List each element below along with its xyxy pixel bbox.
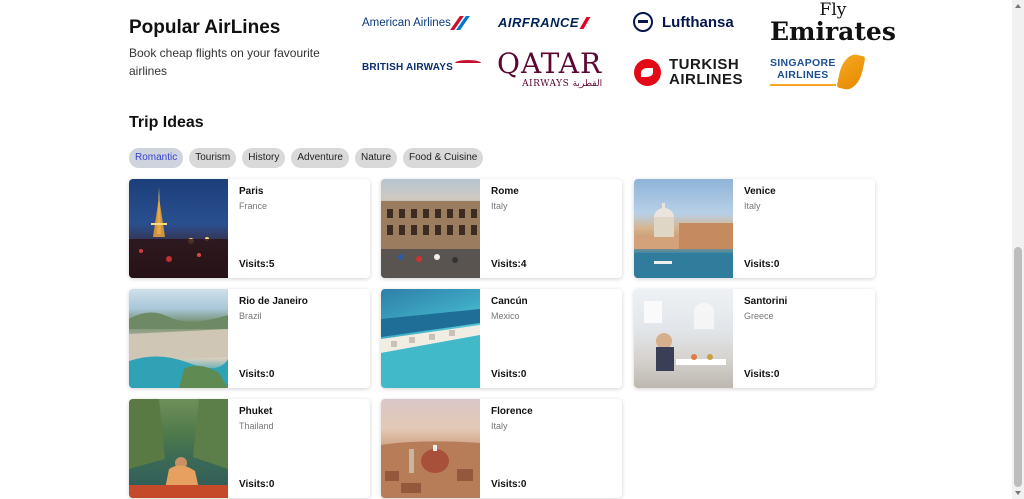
destination-visits: Visits:5 <box>239 259 275 270</box>
scroll-down-arrow-icon[interactable] <box>1015 491 1021 495</box>
american-airlines-logo[interactable]: American Airlines <box>362 13 467 33</box>
chip-adventure[interactable]: Adventure <box>291 148 349 168</box>
lufthansa-crane-icon <box>633 12 653 32</box>
destination-name: Venice <box>744 186 776 197</box>
scrollbar-thumb[interactable] <box>1014 247 1022 487</box>
destination-name: Rio de Janeiro <box>239 296 308 307</box>
destination-name: Florence <box>491 406 533 417</box>
destination-image <box>129 179 228 278</box>
chip-romantic[interactable]: Romantic <box>129 148 184 168</box>
trip-ideas-title: Trip Ideas <box>129 114 204 131</box>
emirates-logo[interactable]: Fly Emirates <box>770 2 896 46</box>
destination-card-santorini[interactable]: Santorini Greece Visits:0 <box>634 289 875 388</box>
destination-country: Mexico <box>491 311 520 321</box>
turkish-label-line1: TURKISH <box>669 56 740 73</box>
destination-image <box>381 399 480 498</box>
rio-bay-icon <box>129 312 228 388</box>
british-airways-logo[interactable]: BRITISH AIRWAYS <box>362 59 481 73</box>
chip-history[interactable]: History <box>242 148 286 168</box>
destination-image <box>634 179 733 278</box>
destination-visits: Visits:0 <box>744 369 780 380</box>
destination-country: Italy <box>744 201 761 211</box>
destination-card-paris[interactable]: Paris France Visits:5 <box>129 179 370 278</box>
destination-image <box>381 179 480 278</box>
singapore-airlines-text: SINGAPORE AIRLINES <box>770 57 836 86</box>
page-scrollbar[interactable] <box>1012 0 1024 499</box>
destination-card-cancun[interactable]: Cancún Mexico Visits:0 <box>381 289 622 388</box>
lufthansa-logo[interactable]: Lufthansa <box>633 12 734 32</box>
destination-name: Phuket <box>239 406 273 417</box>
destination-country: Greece <box>744 311 774 321</box>
chip-tourism[interactable]: Tourism <box>189 148 237 168</box>
turkish-airlines-bird-icon <box>634 58 661 86</box>
trip-category-chips: Romantic Tourism History Adventure Natur… <box>129 148 484 168</box>
destination-visits: Visits:0 <box>491 369 527 380</box>
destination-visits: Visits:0 <box>239 369 275 380</box>
destination-image <box>634 289 733 388</box>
cancun-coast-icon <box>381 309 480 388</box>
destination-name: Cancún <box>491 296 528 307</box>
destination-image <box>129 289 228 388</box>
eiffel-tower-icon <box>129 187 228 278</box>
turkish-label-line2: AIRLINES <box>669 71 744 88</box>
turkish-airlines-logo[interactable]: TURKISH AIRLINES <box>634 57 743 87</box>
popular-airlines-section: Popular AirLines Book cheap flights on y… <box>129 0 896 100</box>
singapore-label-line1: SINGAPORE <box>770 57 836 70</box>
destination-visits: Visits:0 <box>744 259 780 270</box>
destination-country: France <box>239 201 268 211</box>
airlines-subtitle: Book cheap flights on your favourite air… <box>129 46 320 78</box>
destination-country: Italy <box>491 421 508 431</box>
singapore-airlines-logo[interactable]: SINGAPORE AIRLINES <box>770 52 866 92</box>
airfrance-label: AIRFRANCE <box>498 15 580 30</box>
destination-visits: Visits:4 <box>491 259 527 270</box>
british-airways-swoosh-icon <box>454 59 481 66</box>
lufthansa-label: Lufthansa <box>662 13 734 31</box>
qatar-airways-logo[interactable]: QATAR AIRWAYS القطرية <box>497 50 602 89</box>
destination-name: Rome <box>491 186 519 197</box>
airfrance-logo[interactable]: AIRFRANCE <box>498 15 591 30</box>
destination-image <box>129 399 228 498</box>
destination-name: Santorini <box>744 296 788 307</box>
airfrance-slash-icon <box>579 16 591 29</box>
destination-visits: Visits:0 <box>239 479 275 490</box>
qatar-label-line2: AIRWAYS القطرية <box>522 79 603 89</box>
airlines-title: Popular AirLines <box>129 17 281 38</box>
singapore-bird-icon <box>836 52 866 92</box>
destination-country: Thailand <box>239 421 274 431</box>
emirates-label-line2: Emirates <box>770 17 896 46</box>
destination-country: Brazil <box>239 311 262 321</box>
destination-card-venice[interactable]: Venice Italy Visits:0 <box>634 179 875 278</box>
american-airlines-label: American Airlines <box>362 17 451 29</box>
destination-visits: Visits:0 <box>491 479 527 490</box>
venice-dome-icon <box>634 203 733 278</box>
destination-card-rio[interactable]: Rio de Janeiro Brazil Visits:0 <box>129 289 370 388</box>
qatar-label-line1: QATAR <box>497 47 603 80</box>
chip-nature[interactable]: Nature <box>354 148 397 168</box>
british-airways-label: BRITISH AIRWAYS <box>362 62 453 73</box>
santorini-scene-icon <box>644 301 726 371</box>
destination-card-florence[interactable]: Florence Italy Visits:0 <box>381 399 622 498</box>
chip-food-cuisine[interactable]: Food & Cuisine <box>403 148 484 168</box>
turkish-airlines-text: TURKISH AIRLINES <box>669 57 743 87</box>
scroll-up-arrow-icon[interactable] <box>1015 4 1021 8</box>
destination-card-phuket[interactable]: Phuket Thailand Visits:0 <box>129 399 370 498</box>
destination-name: Paris <box>239 186 264 197</box>
singapore-label-line2: AIRLINES <box>777 68 829 81</box>
destination-country: Italy <box>491 201 508 211</box>
phuket-scene-icon <box>129 399 228 498</box>
american-airlines-mark-icon <box>453 16 467 30</box>
destination-card-rome[interactable]: Rome Italy Visits:4 <box>381 179 622 278</box>
destination-image <box>381 289 480 388</box>
colosseum-icon <box>381 201 480 278</box>
florence-duomo-icon <box>381 441 480 498</box>
